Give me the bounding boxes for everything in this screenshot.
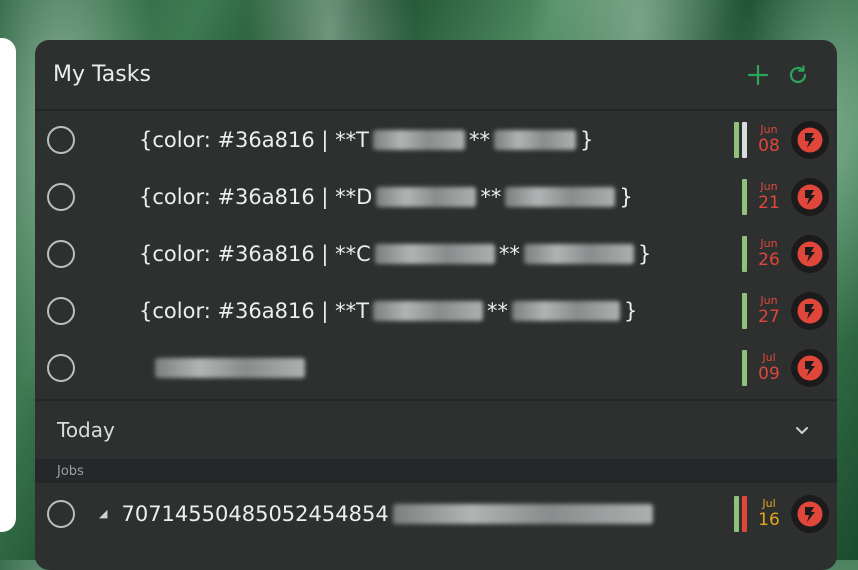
task-meta: Jun 21: [742, 168, 829, 225]
status-bar: [742, 121, 747, 158]
task-checkbox[interactable]: [47, 353, 75, 382]
priority-bars: [742, 235, 747, 272]
tasks-widget: My Tasks {color: #36a816 | **T ** } Jun …: [35, 40, 837, 570]
task-checkbox[interactable]: [47, 296, 75, 325]
task-row[interactable]: {color: #36a816 | **T ** } Jun 08: [35, 111, 837, 168]
task-meta: Jul 16: [734, 485, 829, 542]
redacted-text: [372, 300, 483, 321]
task-title[interactable]: 70714550485052454854: [121, 502, 656, 526]
due-date: Jun 21: [758, 180, 780, 213]
due-date: Jun 08: [758, 123, 780, 156]
redacted-text: [392, 503, 653, 524]
status-bar: [734, 495, 739, 532]
chevron-down-icon[interactable]: [795, 421, 809, 440]
redacted-text: [511, 300, 620, 321]
task-checkbox[interactable]: [47, 239, 75, 268]
side-panel: [0, 38, 16, 532]
task-meta: Jun 08: [734, 111, 829, 168]
due-date: Jul 09: [758, 351, 780, 384]
redacted-text: [372, 129, 465, 150]
status-bar: [742, 178, 747, 215]
redacted-text: [493, 129, 576, 150]
app-logo-icon: [791, 348, 829, 387]
status-bar: [742, 349, 747, 386]
job-task-row[interactable]: ◢ 70714550485052454854 Jul 16: [35, 485, 837, 542]
priority-bars: [734, 495, 747, 532]
task-row[interactable]: {color: #36a816 | **D ** } Jun 21: [35, 168, 837, 225]
redacted-text: [505, 186, 616, 207]
app-logo-icon: [791, 494, 829, 533]
task-checkbox[interactable]: [47, 499, 75, 528]
widget-title: My Tasks: [53, 62, 151, 87]
redacted-text: [376, 186, 477, 207]
task-row[interactable]: ◢ 70714550485052454854 Jul 16: [35, 485, 837, 542]
group-header-jobs: Jobs: [35, 459, 837, 483]
task-list: {color: #36a816 | **T ** } Jun 08 {color…: [35, 111, 837, 396]
task-title[interactable]: [151, 357, 309, 378]
section-header-today[interactable]: Today: [35, 399, 837, 459]
app-logo-icon: [791, 291, 829, 330]
task-checkbox[interactable]: [47, 182, 75, 211]
expand-caret-icon[interactable]: ◢: [99, 507, 107, 520]
app-logo-icon: [791, 120, 829, 159]
priority-bars: [734, 121, 747, 158]
widget-header: My Tasks: [35, 40, 837, 111]
status-bar: [742, 495, 747, 532]
group-label: Jobs: [57, 463, 84, 479]
refresh-icon[interactable]: [785, 62, 811, 88]
task-meta: Jul 09: [742, 339, 829, 396]
app-logo-icon: [791, 234, 829, 273]
task-meta: Jun 27: [742, 282, 829, 339]
task-row[interactable]: {color: #36a816 | **T ** } Jun 27: [35, 282, 837, 339]
task-title[interactable]: {color: #36a816 | **T ** }: [139, 128, 593, 152]
redacted-text: [523, 243, 634, 264]
task-meta: Jun 26: [742, 225, 829, 282]
task-row[interactable]: Jul 09: [35, 339, 837, 396]
redacted-text: [374, 243, 495, 264]
status-bar: [742, 235, 747, 272]
priority-bars: [742, 178, 747, 215]
app-logo-icon: [791, 177, 829, 216]
priority-bars: [742, 292, 747, 329]
due-date: Jul 16: [758, 497, 780, 530]
task-row[interactable]: {color: #36a816 | **C ** } Jun 26: [35, 225, 837, 282]
task-checkbox[interactable]: [47, 125, 75, 154]
task-title[interactable]: {color: #36a816 | **C ** }: [139, 242, 651, 266]
redacted-text: [155, 357, 305, 378]
status-bar: [742, 292, 747, 329]
task-title[interactable]: {color: #36a816 | **T ** }: [139, 299, 637, 323]
due-date: Jun 26: [758, 237, 780, 270]
status-bar: [734, 121, 739, 158]
due-date: Jun 27: [758, 294, 780, 327]
plus-icon[interactable]: [745, 62, 771, 88]
priority-bars: [742, 349, 747, 386]
section-label: Today: [57, 418, 115, 442]
header-actions: [745, 62, 811, 88]
task-title[interactable]: {color: #36a816 | **D ** }: [139, 185, 633, 209]
